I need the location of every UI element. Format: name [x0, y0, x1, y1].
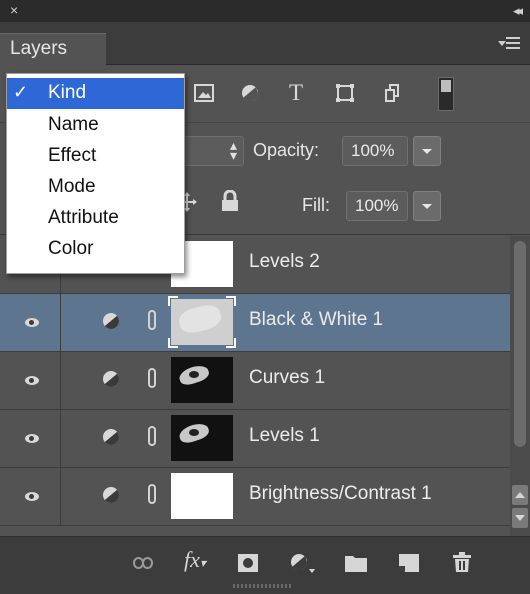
menu-item-label: Name: [48, 114, 99, 135]
tab-layers[interactable]: Layers: [0, 33, 106, 65]
scroll-thumb[interactable]: [514, 241, 526, 447]
new-layer-icon[interactable]: [399, 552, 419, 574]
panel-footer: fx▾: [0, 536, 530, 594]
eye-icon: [25, 376, 39, 385]
opacity-dropdown-button[interactable]: [413, 136, 441, 166]
opacity-label: Opacity:: [253, 140, 320, 160]
adjustment-layer-icon: [103, 487, 119, 503]
eye-icon: [25, 492, 39, 501]
layer-mask-thumbnail[interactable]: [171, 357, 233, 403]
layer-name: Levels 2: [249, 251, 320, 272]
menu-item-label: Kind: [48, 82, 87, 103]
layer-name: Black & White 1: [249, 309, 384, 330]
eye-icon: [25, 434, 39, 443]
menu-item-label: Effect: [48, 145, 97, 166]
menu-item-kind[interactable]: ✓ Kind: [7, 78, 184, 109]
scroll-down-button[interactable]: [512, 508, 528, 528]
add-mask-icon[interactable]: [238, 552, 258, 574]
panel-title-bar: × ◂◂: [0, 0, 530, 22]
filter-kind-menu: ✓ Kind Name Effect Mode Attribute Color: [6, 73, 185, 274]
layer-mask-thumbnail[interactable]: [171, 473, 233, 519]
visibility-toggle[interactable]: [0, 294, 61, 351]
adjustment-layer-filter-icon[interactable]: [237, 80, 263, 106]
type-layer-filter-icon[interactable]: T: [283, 80, 309, 106]
layer-name: Curves 1: [249, 367, 326, 388]
menu-item-color[interactable]: Color: [7, 234, 184, 265]
layer-name: Levels 1: [249, 425, 320, 446]
layer-name: Brightness/Contrast 1: [249, 483, 432, 504]
checkmark-icon: ✓: [13, 82, 29, 102]
new-adjustment-layer-icon[interactable]: [290, 552, 316, 574]
fill-value: 100%: [355, 196, 399, 215]
mask-link-icon[interactable]: [148, 368, 156, 388]
visibility-toggle[interactable]: [0, 468, 61, 525]
mask-link-icon[interactable]: [148, 426, 156, 446]
adjustment-layer-icon: [103, 429, 119, 445]
menu-item-label: Color: [48, 238, 94, 259]
adjustment-layer-icon: [103, 313, 119, 329]
fill-field[interactable]: 100%: [346, 191, 408, 221]
panel-tab-strip: Layers: [0, 22, 530, 65]
eye-icon: [25, 318, 39, 327]
adjustment-layer-icon: [103, 371, 119, 387]
lock-all-icon[interactable]: [222, 189, 238, 217]
menu-item-mode[interactable]: Mode: [7, 172, 184, 203]
new-group-icon[interactable]: [345, 552, 367, 574]
menu-item-effect[interactable]: Effect: [7, 141, 184, 172]
layers-scrollbar[interactable]: [510, 236, 530, 536]
smart-object-filter-icon[interactable]: [380, 80, 406, 106]
tab-layers-label: Layers: [10, 38, 68, 59]
select-arrows-icon: ▴ ▾: [229, 137, 237, 163]
visibility-toggle[interactable]: [0, 410, 61, 467]
menu-item-attribute[interactable]: Attribute: [7, 203, 184, 234]
fill-dropdown-button[interactable]: [413, 191, 441, 221]
pixel-layer-filter-icon[interactable]: [191, 80, 217, 106]
mask-link-icon[interactable]: [148, 310, 156, 330]
fill-label: Fill:: [302, 195, 330, 215]
menu-item-label: Attribute: [48, 207, 119, 228]
scroll-up-button[interactable]: [512, 485, 528, 505]
layer-row[interactable]: Levels 1: [0, 410, 510, 468]
menu-item-label: Mode: [48, 176, 96, 197]
menu-item-name[interactable]: Name: [7, 110, 184, 141]
collapse-panel-icon[interactable]: ◂◂: [513, 3, 523, 19]
link-layers-icon[interactable]: [133, 552, 153, 574]
panel-menu-icon[interactable]: [498, 37, 520, 51]
mask-link-icon[interactable]: [148, 484, 156, 504]
opacity-field[interactable]: 100%: [342, 136, 408, 166]
layers-list: Levels 2 Black & White 1 Curves 1 Levels 1 B…: [0, 236, 510, 536]
fx-icon[interactable]: fx▾: [184, 547, 206, 572]
layer-mask-thumbnail[interactable]: [168, 296, 236, 348]
shape-layer-filter-icon[interactable]: [332, 80, 358, 106]
layer-row[interactable]: Curves 1: [0, 352, 510, 410]
layer-mask-thumbnail[interactable]: [171, 415, 233, 461]
close-panel-icon[interactable]: ×: [10, 2, 18, 18]
layers-panel: × ◂◂ Layers T ▴ ▾ Opacity: 100% Fill: 10…: [0, 0, 530, 594]
opacity-value: 100%: [351, 141, 395, 160]
resize-grip[interactable]: [233, 584, 293, 588]
filter-toggle-switch[interactable]: [438, 77, 454, 111]
trash-icon[interactable]: [453, 552, 471, 574]
layer-row[interactable]: Black & White 1: [0, 294, 510, 352]
layer-row[interactable]: Brightness/Contrast 1: [0, 468, 510, 526]
visibility-toggle[interactable]: [0, 352, 61, 409]
